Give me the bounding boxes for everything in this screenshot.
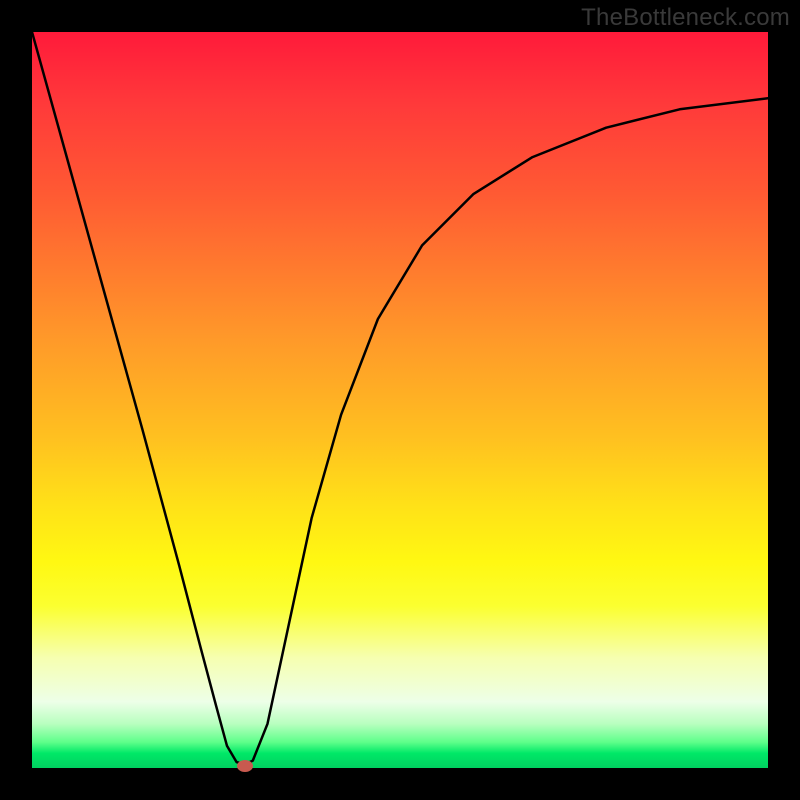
min-marker	[237, 760, 253, 772]
bottleneck-curve	[32, 32, 768, 764]
chart-frame: TheBottleneck.com	[0, 0, 800, 800]
curve-svg	[32, 32, 768, 768]
watermark-text: TheBottleneck.com	[581, 4, 790, 32]
